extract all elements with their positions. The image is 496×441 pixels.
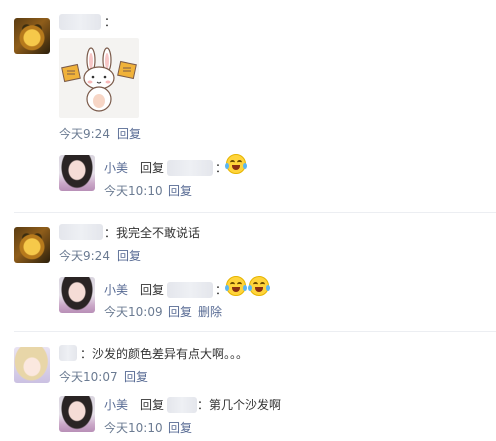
comment-text: ：我完全不敢说话: [104, 226, 201, 240]
reply-time: 今天10:10: [104, 421, 163, 435]
reply-username[interactable]: 小美: [104, 397, 128, 413]
laugh-cry-emoji-icon: [225, 154, 247, 174]
replied-user-name[interactable]: [167, 160, 213, 176]
comment-time: 今天10:07: [59, 370, 118, 384]
laugh-cry-emoji-icon: [225, 276, 247, 296]
divider: [14, 212, 496, 213]
divider: [14, 331, 496, 332]
rabbit-icon: [61, 47, 137, 112]
reply-time: 今天10:10: [104, 184, 163, 198]
delete-link[interactable]: 删除: [198, 304, 222, 320]
comment-text: ：: [104, 15, 117, 29]
reply-link[interactable]: 回复: [124, 369, 148, 385]
reply-username[interactable]: 小美: [104, 282, 128, 298]
replied-user-name[interactable]: [167, 397, 197, 413]
comment-time: 今天9:24: [59, 127, 110, 141]
reply-link[interactable]: 回复: [168, 183, 192, 199]
comment-time: 今天9:24: [59, 249, 110, 263]
reply-time: 今天10:09: [104, 305, 163, 319]
commenter-avatar[interactable]: [14, 347, 50, 383]
laugh-cry-emoji-icon: [248, 276, 270, 296]
reply-avatar[interactable]: [59, 396, 95, 432]
reply-link[interactable]: 回复: [117, 126, 141, 142]
reply-word: 回复: [140, 283, 165, 297]
reply-link[interactable]: 回复: [168, 420, 192, 436]
reply-username[interactable]: 小美: [104, 160, 128, 176]
reply-avatar[interactable]: [59, 277, 95, 313]
rabbit-sticker: [59, 38, 139, 118]
reply-avatar[interactable]: [59, 155, 95, 191]
reply-word: 回复: [140, 161, 165, 175]
reply-link[interactable]: 回复: [117, 248, 141, 264]
reply-text: ：第几个沙发啊: [197, 398, 282, 412]
commenter-name[interactable]: [59, 224, 103, 240]
comment-text: ：沙发的颜色差异有点大啊。。。: [80, 347, 249, 361]
commenter-avatar[interactable]: [14, 227, 50, 263]
commenter-name[interactable]: [59, 14, 101, 30]
commenter-name[interactable]: [59, 345, 77, 361]
reply-link[interactable]: 回复: [168, 304, 192, 320]
reply-word: 回复: [140, 398, 165, 412]
replied-user-name[interactable]: [167, 282, 213, 298]
commenter-avatar[interactable]: [14, 18, 50, 54]
